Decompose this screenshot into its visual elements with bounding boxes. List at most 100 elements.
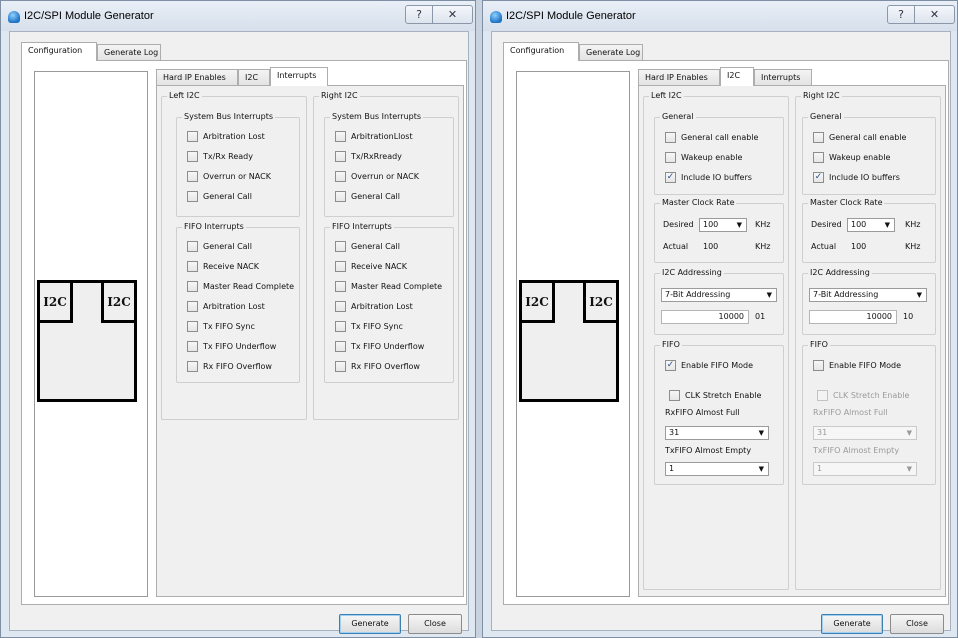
checkbox-box[interactable] — [813, 132, 824, 143]
generate-button[interactable]: Generate — [821, 614, 883, 634]
address-input[interactable]: 10000 — [809, 310, 897, 324]
checkbox-label: Tx/Rx Ready — [203, 152, 253, 161]
chip-label-right: I2C — [101, 280, 137, 323]
select-value: 100 — [851, 220, 867, 229]
right-clock-rate-group: Master Clock Rate Desired 100 ▼ KHz Actua… — [802, 198, 936, 263]
checkbox-box[interactable] — [813, 152, 824, 163]
checkbox-box[interactable] — [335, 191, 346, 202]
check-icon[interactable]: ✓ — [665, 360, 676, 371]
right-i2c-group: Right I2C General General call enable Wa… — [795, 91, 941, 590]
right-fifo-interrupts-group: FIFO Interrupts General Call Receive NAC… — [324, 222, 454, 383]
addressing-mode-select[interactable]: 7-Bit Addressing ▼ — [661, 288, 777, 302]
checkbox-label: Include IO buffers — [829, 173, 900, 182]
checkbox-label: CLK Stretch Enable — [833, 391, 910, 400]
checkbox-box[interactable] — [335, 241, 346, 252]
checkbox-box[interactable] — [187, 151, 198, 162]
tab-configuration[interactable]: Configuration — [21, 42, 97, 61]
checkbox-box[interactable] — [335, 321, 346, 332]
group-title: Master Clock Rate — [808, 198, 885, 207]
dropdown-arrow-icon: ▼ — [758, 429, 764, 437]
checkbox-box[interactable] — [187, 341, 198, 352]
checkbox-box[interactable] — [335, 341, 346, 352]
group-title: I2C Addressing — [808, 268, 872, 277]
left-window-titlebar[interactable]: I2C/SPI Module Generator ? ✕ — [1, 1, 475, 31]
tab-generate-log[interactable]: Generate Log — [579, 44, 643, 60]
actual-unit: KHz — [905, 242, 921, 251]
tab-i2c[interactable]: I2C — [720, 67, 754, 86]
checkbox-label: Receive NACK — [203, 262, 260, 271]
checkbox-box[interactable] — [187, 301, 198, 312]
window-title: I2C/SPI Module Generator — [506, 10, 636, 22]
checkbox-box[interactable] — [187, 261, 198, 272]
checkbox-box[interactable] — [335, 131, 346, 142]
tab-hard-ip-enables[interactable]: Hard IP Enables — [156, 69, 238, 85]
checkbox-box[interactable] — [813, 360, 824, 371]
right-window-titlebar[interactable]: I2C/SPI Module Generator ? ✕ — [483, 1, 957, 31]
checkbox-box[interactable] — [187, 191, 198, 202]
left-system-bus-group: System Bus Interrupts Arbitration Lost T… — [176, 112, 300, 217]
i2c-block-diagram: I2C I2C — [37, 280, 137, 402]
left-general-group: General General call enable Wakeup enabl… — [654, 112, 784, 195]
right-addressing-group: I2C Addressing 7-Bit Addressing ▼ 10000 1… — [802, 268, 936, 335]
help-button[interactable]: ? — [887, 5, 915, 24]
checkbox-box[interactable] — [187, 131, 198, 142]
checkbox-box[interactable] — [187, 171, 198, 182]
tab-interrupts[interactable]: Interrupts — [270, 67, 328, 86]
i2c-block-diagram: I2C I2C — [519, 280, 619, 402]
close-window-button[interactable]: ✕ — [915, 5, 955, 24]
desired-clock-select[interactable]: 100 ▼ — [847, 218, 895, 232]
group-title: Master Clock Rate — [660, 198, 737, 207]
select-value: 7-Bit Addressing — [813, 290, 879, 299]
checkbox-box[interactable] — [335, 261, 346, 272]
checkbox-label: Wakeup enable — [829, 153, 891, 162]
group-title: Right I2C — [319, 91, 360, 100]
checkbox-box[interactable] — [187, 321, 198, 332]
actual-label: Actual — [663, 242, 689, 251]
left-clock-rate-group: Master Clock Rate Desired 100 ▼ KHz Actua… — [654, 198, 784, 263]
checkbox-box[interactable] — [335, 151, 346, 162]
checkbox-box[interactable] — [187, 361, 198, 372]
group-title: I2C Addressing — [660, 268, 724, 277]
close-button[interactable]: Close — [408, 614, 462, 634]
close-button[interactable]: Close — [890, 614, 944, 634]
generate-button[interactable]: Generate — [339, 614, 401, 634]
right-general-group: General General call enable Wakeup enabl… — [802, 112, 936, 195]
checkbox-box[interactable] — [335, 301, 346, 312]
checkbox-label: Overrun or NACK — [203, 172, 271, 181]
check-icon[interactable]: ✓ — [813, 172, 824, 183]
checkbox-box[interactable] — [335, 171, 346, 182]
checkbox-label: Master Read Complete — [203, 282, 295, 291]
checkbox-box[interactable] — [669, 390, 680, 401]
checkbox-box[interactable] — [665, 132, 676, 143]
tab-configuration[interactable]: Configuration — [503, 42, 579, 61]
select-value: 1 — [669, 464, 675, 473]
group-title: FIFO Interrupts — [330, 222, 394, 231]
checkbox-label: General Call — [203, 192, 253, 201]
checkbox-box[interactable] — [665, 152, 676, 163]
rx-almost-full-select[interactable]: 31 ▼ — [665, 426, 769, 440]
address-input[interactable]: 10000 — [661, 310, 749, 324]
addressing-mode-select[interactable]: 7-Bit Addressing ▼ — [809, 288, 927, 302]
checkbox-box[interactable] — [187, 281, 198, 292]
tab-interrupts[interactable]: Interrupts — [754, 69, 812, 85]
check-icon[interactable]: ✓ — [665, 172, 676, 183]
checkbox-box[interactable] — [187, 241, 198, 252]
checkbox-label: Tx FIFO Underflow — [351, 342, 425, 351]
tab-i2c[interactable]: I2C — [238, 69, 270, 85]
desired-clock-select[interactable]: 100 ▼ — [699, 218, 747, 232]
checkbox-box[interactable] — [335, 281, 346, 292]
interrupts-panel: Left I2C System Bus Interrupts Arbitrati… — [156, 85, 464, 597]
address-suffix: 01 — [755, 312, 766, 321]
left-addressing-group: I2C Addressing 7-Bit Addressing ▼ 10000 0… — [654, 268, 784, 335]
checkbox-label: Receive NACK — [351, 262, 408, 271]
dropdown-arrow-icon: ▼ — [906, 465, 912, 473]
checkbox-label: Arbitration Lost — [203, 132, 265, 141]
tx-almost-empty-select[interactable]: 1 ▼ — [665, 462, 769, 476]
tab-generate-log[interactable]: Generate Log — [97, 44, 161, 60]
tab-hard-ip-enables[interactable]: Hard IP Enables — [638, 69, 720, 85]
help-button[interactable]: ? — [405, 5, 433, 24]
app-icon — [490, 11, 502, 23]
checkbox-box[interactable] — [335, 361, 346, 372]
left-fifo-interrupts-group: FIFO Interrupts General Call Receive NAC… — [176, 222, 300, 383]
close-window-button[interactable]: ✕ — [433, 5, 473, 24]
